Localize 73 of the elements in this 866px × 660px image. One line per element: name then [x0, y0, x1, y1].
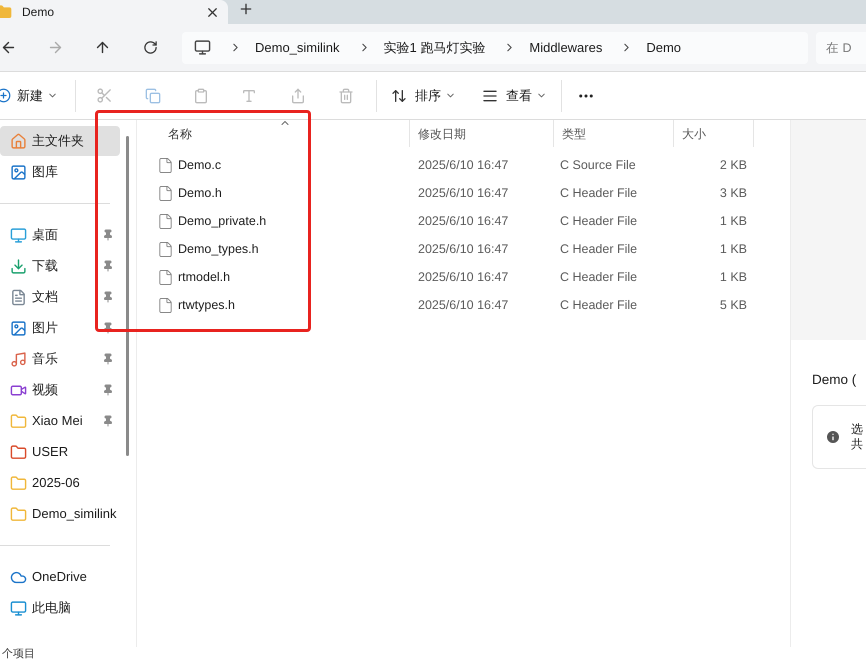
download-icon — [10, 258, 27, 274]
file-icon — [157, 240, 174, 258]
list-icon — [482, 88, 498, 104]
desktop-icon — [10, 226, 27, 244]
clipboard-icon[interactable] — [193, 88, 209, 104]
gallery-icon — [10, 164, 27, 180]
file-icon — [157, 268, 174, 286]
file-row[interactable]: Demo_types.h 2025/6/10 16:47 C Header File 1 KB — [137, 235, 790, 263]
info-text: 选 — [851, 422, 863, 438]
view-button[interactable]: 查看 — [482, 80, 547, 112]
details-title: Demo ( — [812, 371, 858, 389]
info-icon — [825, 429, 841, 446]
sidebar-item[interactable]: OneDrive — [0, 562, 120, 592]
folder-icon — [10, 474, 27, 492]
new-button[interactable]: 新建 — [0, 80, 62, 112]
folder-icon — [10, 506, 27, 522]
status-text: 个项目 — [2, 648, 35, 660]
picture-icon — [10, 320, 27, 336]
sidebar-item[interactable]: 文档 — [0, 282, 120, 312]
rename-icon[interactable] — [241, 88, 257, 104]
file-row[interactable]: Demo_private.h 2025/6/10 16:47 C Header File 1 KB — [137, 207, 790, 235]
cut-icon[interactable] — [96, 87, 113, 104]
up-icon[interactable] — [94, 39, 111, 56]
file-row[interactable]: Demo.h 2025/6/10 16:47 C Header File 3 KB — [137, 179, 790, 207]
file-row[interactable]: Demo.c 2025/6/10 16:47 C Source File 2 KB — [137, 151, 790, 179]
sidebar-item[interactable]: 下载 — [0, 251, 120, 281]
sidebar-item[interactable]: 图片 — [0, 313, 120, 343]
breadcrumb-item[interactable]: Middlewares — [529, 38, 602, 58]
file-icon — [157, 296, 174, 314]
home-icon — [10, 132, 27, 150]
file-row[interactable]: rtwtypes.h 2025/6/10 16:47 C Header File 5 KB — [137, 291, 790, 319]
computer-icon — [194, 39, 211, 56]
file-row[interactable]: rtmodel.h 2025/6/10 16:47 C Header File 1 KB — [137, 263, 790, 291]
forward-icon[interactable] — [47, 39, 64, 56]
sidebar-item[interactable]: 2025-06 — [0, 468, 120, 498]
scrollbar[interactable] — [126, 136, 129, 456]
file-icon — [157, 184, 174, 202]
folder-icon — [0, 4, 12, 20]
document-icon — [10, 288, 27, 306]
column-header[interactable]: 修改日期 — [410, 120, 554, 147]
sort-button[interactable]: 排序 — [391, 80, 456, 112]
column-header[interactable]: 类型 — [554, 120, 674, 147]
sidebar-item[interactable]: Demo_similink — [0, 499, 120, 529]
column-header[interactable]: 大小 — [674, 120, 754, 147]
window-tab[interactable]: Demo — [0, 0, 228, 24]
share-icon[interactable] — [290, 88, 306, 104]
folder-icon — [10, 412, 27, 430]
address-bar[interactable]: Demo_similink 实验1 跑马灯实验 Middlewares Demo — [182, 32, 808, 64]
sidebar-item[interactable]: USER — [0, 437, 120, 467]
copy-icon[interactable] — [145, 88, 161, 104]
sidebar-item[interactable]: 桌面 — [0, 220, 120, 250]
sidebar-item[interactable]: 音乐 — [0, 344, 120, 374]
column-header[interactable]: 名称 — [137, 120, 410, 147]
refresh-icon[interactable] — [143, 40, 158, 55]
sidebar-item[interactable]: 此电脑 — [0, 593, 120, 623]
sidebar-item[interactable]: 视频 — [0, 375, 120, 405]
delete-icon[interactable] — [338, 88, 354, 104]
new-tab-icon[interactable] — [238, 1, 254, 17]
music-note-icon — [10, 350, 27, 368]
sidebar-item[interactable]: 主文件夹 — [0, 126, 120, 156]
breadcrumb-item[interactable]: 实验1 跑马灯实验 — [384, 38, 486, 58]
file-icon — [157, 212, 174, 230]
sidebar-item[interactable]: Xiao Mei — [0, 406, 120, 436]
breadcrumb-item[interactable]: Demo — [646, 38, 682, 58]
folder-icon — [10, 444, 27, 460]
monitor-icon — [10, 600, 27, 616]
breadcrumb-item[interactable]: Demo_similink — [255, 38, 340, 58]
sidebar-item[interactable]: 图库 — [0, 157, 120, 187]
sort-icon — [391, 88, 407, 104]
info-text: 共 — [851, 437, 863, 452]
file-icon — [157, 156, 174, 174]
search-field[interactable]: 在 D — [816, 32, 866, 64]
back-icon[interactable] — [0, 39, 17, 56]
